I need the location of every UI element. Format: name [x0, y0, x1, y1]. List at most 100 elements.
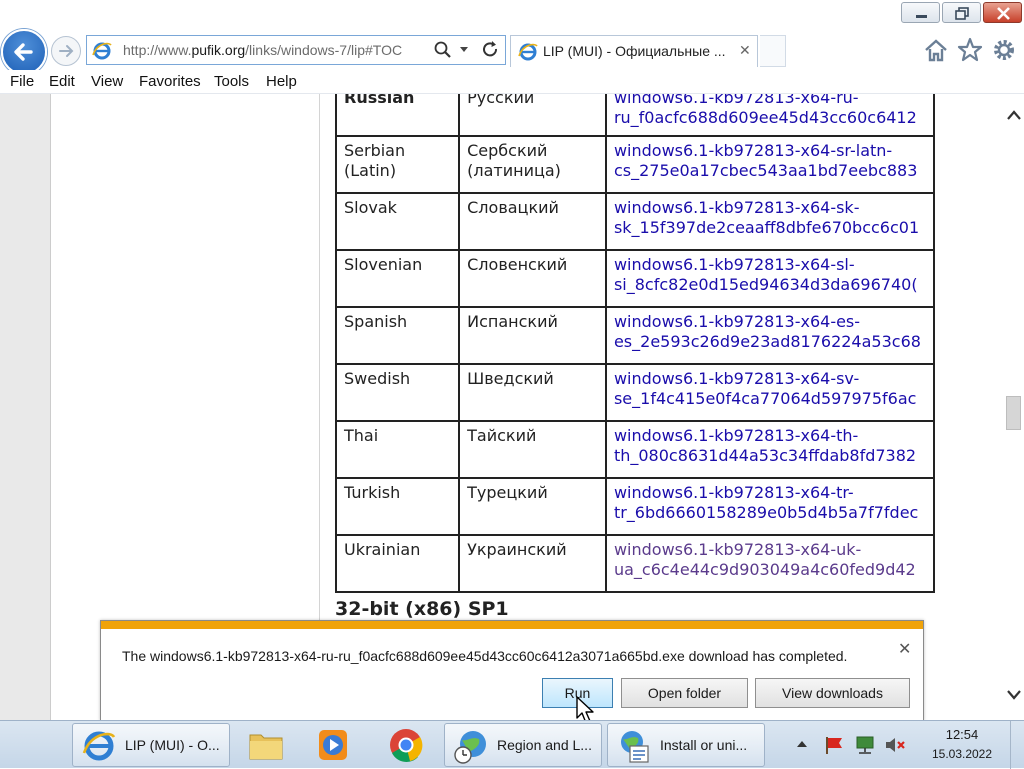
taskbar-item-region[interactable]: Region and L...	[444, 723, 602, 767]
internet-explorer-icon	[82, 731, 116, 761]
download-link[interactable]: si_8cfc82e0d15ed94634d3da696740(	[614, 275, 932, 295]
download-link[interactable]: th_080c8631d44a53c34ffdab8fd7382	[614, 446, 932, 466]
network-icon[interactable]	[854, 735, 876, 755]
taskbar-item-label: Install or uni...	[660, 737, 748, 753]
tools-gear-icon[interactable]	[990, 36, 1018, 64]
taskbar-item-label: LIP (MUI) - O...	[125, 737, 220, 753]
scroll-up-icon[interactable]	[1006, 108, 1022, 122]
table-row: Thai Тайский windows6.1-kb972813-x64-th-th…	[334, 420, 936, 479]
menu-file[interactable]: File	[10, 73, 34, 90]
taskbar-item-ie[interactable]: LIP (MUI) - O...	[72, 723, 230, 767]
language-russian-name: Сербский (латиница)	[458, 135, 607, 194]
close-window-button[interactable]	[983, 2, 1022, 23]
favorites-star-icon[interactable]	[956, 36, 984, 64]
download-link-cell: windows6.1-kb972813-x64-ru-ru_f0acfc688d…	[604, 94, 936, 137]
taskbar: LIP (MUI) - O... Region and L... Install…	[0, 720, 1024, 769]
tab-active[interactable]: LIP (MUI) - Официальные ... ✕	[510, 35, 758, 67]
restore-button[interactable]	[942, 2, 981, 23]
language-russian-name: Испанский	[458, 306, 607, 365]
scroll-down-icon[interactable]	[1006, 688, 1022, 702]
chrome-icon[interactable]	[388, 727, 424, 763]
download-link-cell: windows6.1-kb972813-x64-es-es_2e593c26d9…	[604, 306, 936, 365]
download-link[interactable]: tr_6bd6660158289e0b5d4b5a7f7fdec	[614, 503, 932, 523]
scrollbar-thumb[interactable]	[1006, 396, 1021, 430]
view-downloads-button[interactable]: View downloads	[755, 678, 910, 708]
download-link[interactable]: es_2e593c26d9e23ad8176224a53c68	[614, 332, 932, 352]
download-link[interactable]: se_1f4c415e0f4ca77064d597975f6ac	[614, 389, 932, 409]
tray-clock-date[interactable]: 15.03.2022	[926, 747, 998, 761]
download-link[interactable]: windows6.1-kb972813-x64-sk-	[614, 198, 932, 218]
install-language-icon	[621, 731, 649, 763]
action-center-flag-icon[interactable]	[824, 735, 846, 755]
forward-button[interactable]	[51, 36, 81, 66]
menu-view[interactable]: View	[91, 73, 123, 90]
notification-accent-stripe	[101, 621, 923, 629]
download-link[interactable]: windows6.1-kb972813-x64-es-	[614, 312, 932, 332]
download-link-cell: windows6.1-kb972813-x64-sk-sk_15f397de2c…	[604, 192, 936, 251]
title-bar	[0, 0, 1024, 30]
language-russian-name: Шведский	[458, 363, 607, 422]
taskbar-item-install[interactable]: Install or uni...	[607, 723, 765, 767]
globe-clock-icon	[454, 731, 486, 764]
download-link[interactable]: windows6.1-kb972813-x64-ru-	[614, 94, 932, 108]
vertical-scrollbar[interactable]	[1003, 94, 1024, 720]
download-link-cell: windows6.1-kb972813-x64-uk-ua_c6c4e44c9d…	[604, 534, 936, 593]
language-english-name: Slovenian	[334, 249, 461, 308]
taskbar-item-label: Region and L...	[497, 737, 592, 753]
new-tab-button[interactable]	[760, 35, 786, 67]
menu-bar: File Edit View Favorites Tools Help	[0, 70, 1024, 94]
language-english-name: Turkish	[334, 477, 461, 536]
language-english-name: Russian	[334, 94, 461, 137]
language-russian-name: Тайский	[458, 420, 607, 479]
internet-explorer-icon	[518, 43, 538, 61]
dropdown-arrow-icon[interactable]	[459, 46, 469, 54]
search-icon[interactable]	[433, 40, 453, 60]
table-row: Serbian (Latin) Сербский (латиница) window…	[334, 135, 936, 194]
download-link[interactable]: windows6.1-kb972813-x64-uk-	[614, 540, 932, 560]
download-link[interactable]: windows6.1-kb972813-x64-th-	[614, 426, 932, 446]
show-desktop-button[interactable]	[1010, 721, 1024, 769]
table-row: Turkish Турецкий windows6.1-kb972813-x64-t…	[334, 477, 936, 536]
language-russian-name: Турецкий	[458, 477, 607, 536]
download-notification-bar: The windows6.1-kb972813-x64-ru-ru_f0acfc…	[100, 620, 924, 721]
download-link-cell: windows6.1-kb972813-x64-tr-tr_6bd6660158…	[604, 477, 936, 536]
tray-expand-icon[interactable]	[796, 739, 808, 749]
volume-muted-icon[interactable]	[884, 735, 908, 755]
download-link-cell: windows6.1-kb972813-x64-sv-se_1f4c415e0f…	[604, 363, 936, 422]
download-link[interactable]: windows6.1-kb972813-x64-sv-	[614, 369, 932, 389]
table-row: Slovak Словацкий windows6.1-kb972813-x64-s…	[334, 192, 936, 251]
forward-arrow-icon	[59, 45, 74, 57]
back-button[interactable]	[1, 29, 47, 75]
download-link-cell: windows6.1-kb972813-x64-sr-latn-cs_275e0…	[604, 135, 936, 194]
download-link[interactable]: sk_15f397de2ceaaff8dbfe670bcc6c01	[614, 218, 932, 238]
download-link-cell: windows6.1-kb972813-x64-sl-si_8cfc82e0d1…	[604, 249, 936, 308]
table-row: Spanish Испанский windows6.1-kb972813-x64-…	[334, 306, 936, 365]
menu-tools[interactable]: Tools	[214, 73, 249, 90]
address-bar[interactable]: http://www.pufik.org/links/windows-7/lip…	[86, 35, 506, 65]
menu-help[interactable]: Help	[266, 73, 297, 90]
media-player-icon[interactable]	[316, 727, 350, 763]
language-english-name: Thai	[334, 420, 461, 479]
download-message: The windows6.1-kb972813-x64-ru-ru_f0acfc…	[122, 648, 848, 664]
tab-close-icon[interactable]: ✕	[739, 43, 751, 59]
refresh-icon[interactable]	[481, 40, 501, 60]
menu-favorites[interactable]: Favorites	[139, 73, 201, 90]
download-link[interactable]: ru_f0acfc688d609ee45d43cc60c6412	[614, 108, 932, 128]
home-icon[interactable]	[922, 36, 950, 64]
download-link[interactable]: windows6.1-kb972813-x64-sl-	[614, 255, 932, 275]
table-row: Russian Русский windows6.1-kb972813-x64-ru…	[334, 94, 936, 137]
back-arrow-icon	[14, 43, 33, 61]
download-link[interactable]: windows6.1-kb972813-x64-sr-latn-	[614, 141, 932, 161]
download-link[interactable]: windows6.1-kb972813-x64-tr-	[614, 483, 932, 503]
notification-close-icon[interactable]: ✕	[898, 639, 911, 658]
url-text[interactable]: http://www.pufik.org/links/windows-7/lip…	[123, 42, 428, 58]
open-folder-button[interactable]: Open folder	[621, 678, 748, 708]
minimize-button[interactable]	[901, 2, 940, 23]
menu-edit[interactable]: Edit	[49, 73, 75, 90]
language-russian-name: Украинский	[458, 534, 607, 593]
download-link[interactable]: ua_c6c4e44c9d903049a4c60fed9d42	[614, 560, 932, 580]
tray-clock-time[interactable]: 12:54	[926, 727, 998, 742]
language-russian-name: Русский	[458, 94, 607, 137]
folder-icon[interactable]	[248, 729, 284, 761]
download-link[interactable]: cs_275e0a17cbec543aa1bd7eebc883	[614, 161, 932, 181]
